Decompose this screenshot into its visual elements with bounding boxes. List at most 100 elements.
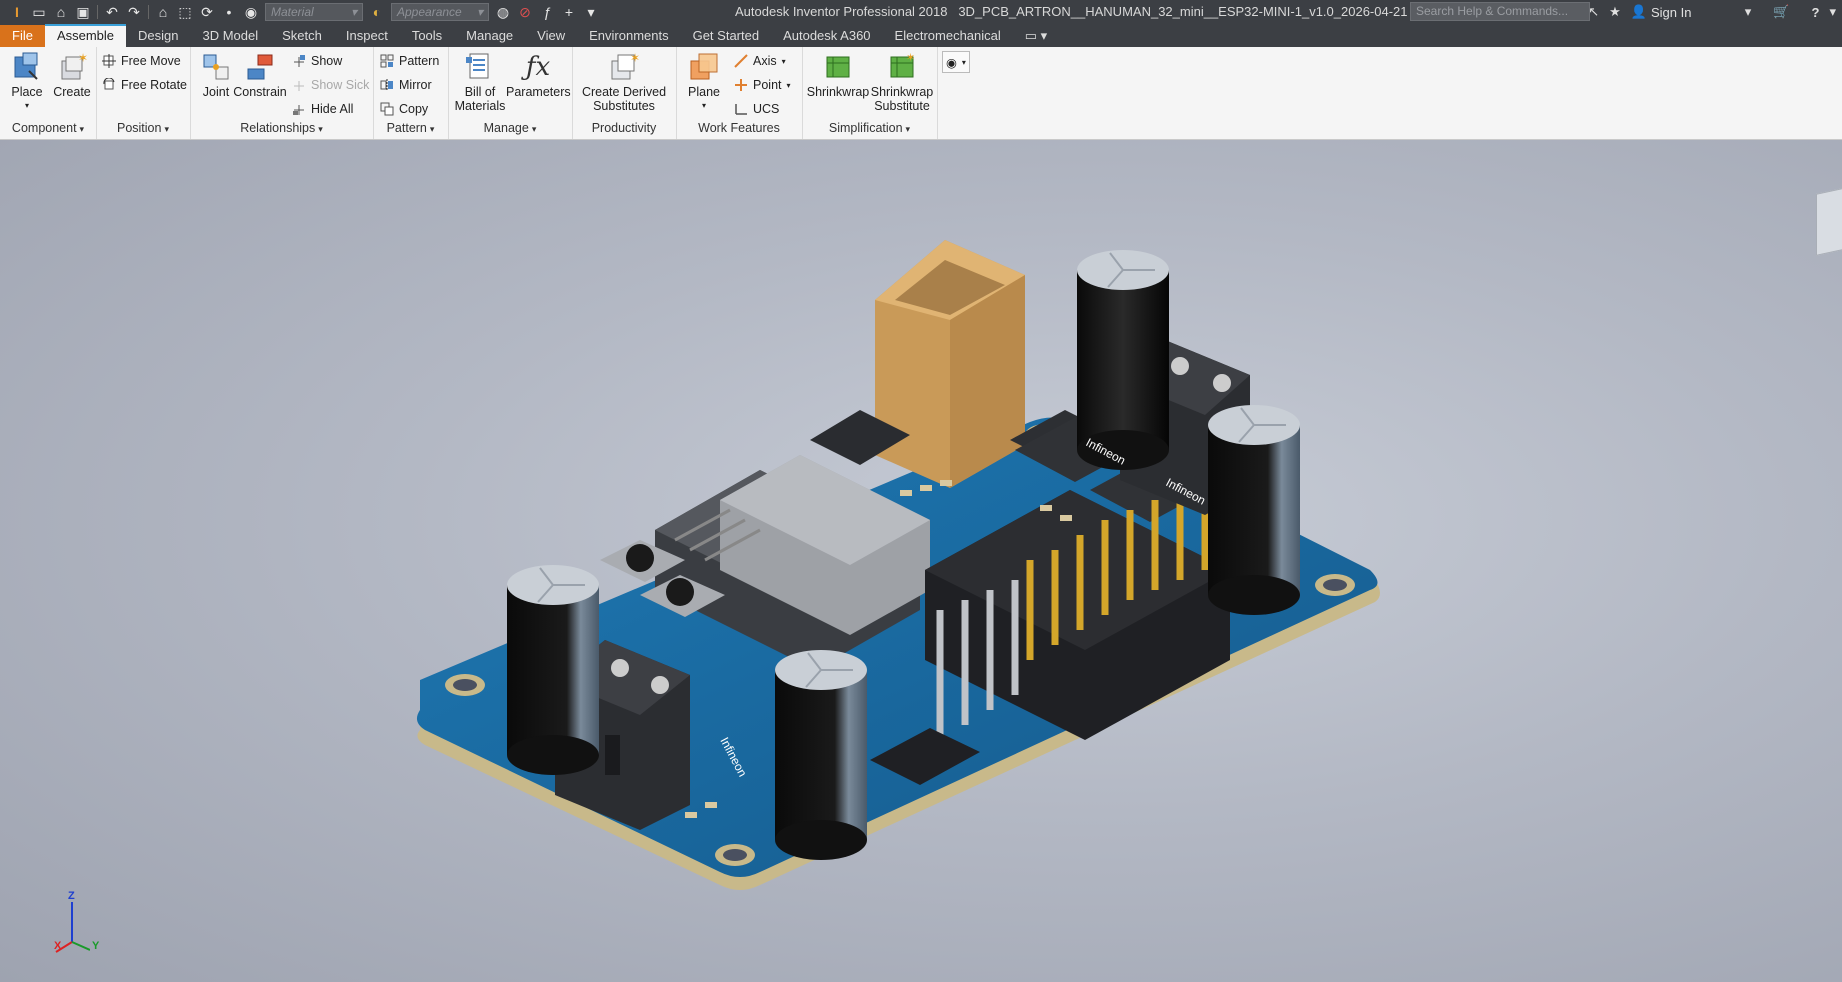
- svg-text:✶: ✶: [906, 52, 915, 64]
- free-move-label: Free Move: [121, 54, 181, 68]
- chevron-down-icon: ▾: [79, 124, 85, 134]
- pattern-panel-label[interactable]: Pattern ▾: [373, 121, 448, 137]
- tab-manage[interactable]: Manage: [454, 25, 525, 47]
- graphics-viewport[interactable]: Infineon Infineon Infineon Z X Y: [0, 140, 1842, 982]
- search-input[interactable]: Search Help & Commands...: [1410, 2, 1590, 21]
- tab-electromechanical[interactable]: Electromechanical: [883, 25, 1013, 47]
- show-label: Show: [311, 54, 343, 68]
- sign-in[interactable]: 👤 Sign In: [1631, 4, 1735, 20]
- tab-environments[interactable]: Environments: [577, 25, 680, 47]
- tab-sketch[interactable]: Sketch: [270, 25, 334, 47]
- plane-button[interactable]: Plane ▾: [680, 51, 728, 113]
- point-button[interactable]: Point ▾: [734, 75, 791, 95]
- redo-icon[interactable]: ↷: [123, 2, 145, 22]
- copy-button[interactable]: Copy: [380, 99, 428, 119]
- plus-icon[interactable]: +: [558, 2, 580, 22]
- tab-inspect[interactable]: Inspect: [334, 25, 400, 47]
- free-move-button[interactable]: Free Move: [102, 51, 181, 71]
- help-icon[interactable]: ?: [1812, 5, 1820, 20]
- material-combo[interactable]: Material ▾: [265, 3, 363, 21]
- measure-icon[interactable]: •: [218, 2, 240, 22]
- constrain-button[interactable]: Constrain: [232, 51, 288, 99]
- customize-icon[interactable]: ▾: [580, 2, 602, 22]
- parameters-button[interactable]: ƒx Parameters: [506, 51, 571, 99]
- place-button[interactable]: Place ▾: [3, 51, 51, 113]
- view-cube[interactable]: [1816, 186, 1842, 256]
- tab-file[interactable]: File: [0, 25, 45, 47]
- new-file-icon[interactable]: ▭: [28, 2, 50, 22]
- appearance-combo[interactable]: Appearance ▾: [391, 3, 489, 21]
- hide-all-button[interactable]: Hide All: [292, 99, 353, 119]
- joint-icon: [200, 51, 232, 83]
- chevron-down-icon[interactable]: ▾: [1745, 4, 1752, 20]
- axis-button[interactable]: Axis ▾: [734, 51, 786, 71]
- panel-productivity: ✶ Create Derived Substitutes Productivit…: [572, 47, 677, 139]
- tab-design[interactable]: Design: [126, 25, 190, 47]
- component-panel-label[interactable]: Component ▾: [0, 121, 96, 137]
- pointer-icon[interactable]: ↖: [1588, 4, 1599, 20]
- productivity-label: Productivity: [591, 121, 657, 135]
- ucs-button[interactable]: UCS: [734, 99, 779, 119]
- tab-3d-model[interactable]: 3D Model: [191, 25, 271, 47]
- bill-of-materials-button[interactable]: Bill of Materials: [452, 51, 508, 113]
- show-sick-button[interactable]: Show Sick: [292, 75, 369, 95]
- chevron-down-icon[interactable]: ▾: [1829, 4, 1836, 20]
- update-icon[interactable]: ⟳: [196, 2, 218, 22]
- undo-icon[interactable]: ↶: [101, 2, 123, 22]
- chevron-down-icon: ▾: [429, 124, 435, 134]
- show-button[interactable]: Show: [292, 51, 342, 71]
- adjust-icon[interactable]: ◍: [492, 2, 514, 22]
- productivity-panel-label: Productivity: [572, 121, 676, 137]
- manage-panel-label[interactable]: Manage ▾: [448, 121, 572, 137]
- clear-icon[interactable]: ⊘: [514, 2, 536, 22]
- home-icon[interactable]: ⌂: [152, 2, 174, 22]
- axis-icon: [734, 54, 748, 68]
- shrinkwrap-substitute-button[interactable]: ✶ Shrinkwrap Substitute: [870, 51, 934, 113]
- tab-autodesk-a360[interactable]: Autodesk A360: [771, 25, 882, 47]
- place-label: Place: [11, 85, 43, 99]
- create-derived-substitutes-button[interactable]: ✶ Create Derived Substitutes: [576, 51, 672, 113]
- tab-tools[interactable]: Tools: [400, 25, 454, 47]
- ribbon-extra-dropdown[interactable]: ◉ ▾: [942, 51, 970, 73]
- save-icon[interactable]: ▣: [72, 2, 94, 22]
- bom-label-line1: Bill of: [464, 85, 496, 99]
- pcb-model[interactable]: Infineon Infineon Infineon: [0, 140, 1842, 982]
- open-file-icon[interactable]: ⌂: [50, 2, 72, 22]
- derived-label-line2: Substitutes: [593, 99, 655, 113]
- relationships-label: Relationships: [240, 121, 316, 135]
- derived-substitutes-icon: ✶: [608, 51, 640, 83]
- pattern-button[interactable]: Pattern: [380, 51, 439, 71]
- create-button[interactable]: ✶ Create: [48, 51, 96, 99]
- copy-label: Copy: [399, 102, 429, 116]
- select-icon[interactable]: ⬚: [174, 2, 196, 22]
- xt-power-connector: [875, 240, 1025, 488]
- appearance-placeholder: Appearance: [397, 5, 462, 19]
- position-label: Position: [116, 121, 162, 135]
- electrolytic-capacitor: [775, 650, 867, 860]
- shrinkwrap-button[interactable]: Shrinkwrap: [806, 51, 870, 99]
- panel-position: Free Move Free Rotate Position ▾: [96, 47, 191, 139]
- relationships-panel-label[interactable]: Relationships ▾: [190, 121, 373, 137]
- copy-icon: [380, 102, 394, 116]
- tab-assemble[interactable]: Assemble: [44, 24, 127, 47]
- show-sick-label: Show Sick: [311, 78, 370, 92]
- color-wheel-icon[interactable]: ◉: [240, 2, 262, 22]
- mirror-button[interactable]: Mirror: [380, 75, 432, 95]
- free-rotate-button[interactable]: Free Rotate: [102, 75, 187, 95]
- ribbon-options-icon[interactable]: ▭ ▾: [1013, 25, 1059, 47]
- star-icon[interactable]: ★: [1609, 4, 1621, 20]
- simplification-panel-label[interactable]: Simplification ▾: [802, 121, 937, 137]
- cart-icon[interactable]: 🛒: [1773, 4, 1789, 20]
- target-icon: ◉: [946, 55, 957, 70]
- tab-get-started[interactable]: Get Started: [681, 25, 771, 47]
- tab-view[interactable]: View: [525, 25, 577, 47]
- point-label: Point: [753, 78, 782, 92]
- fx-icon[interactable]: ƒ: [536, 2, 558, 22]
- position-panel-label[interactable]: Position ▾: [96, 121, 190, 137]
- plane-label: Plane: [688, 85, 720, 99]
- app-logo-icon[interactable]: I: [6, 2, 28, 22]
- shrinkwrap-substitute-icon: ✶: [886, 51, 918, 83]
- appearance-icon[interactable]: ◐: [366, 2, 388, 22]
- panel-simplification: Shrinkwrap ✶ Shrinkwrap Substitute Simpl…: [802, 47, 938, 139]
- panel-manage: Bill of Materials ƒx Parameters Manage ▾: [448, 47, 573, 139]
